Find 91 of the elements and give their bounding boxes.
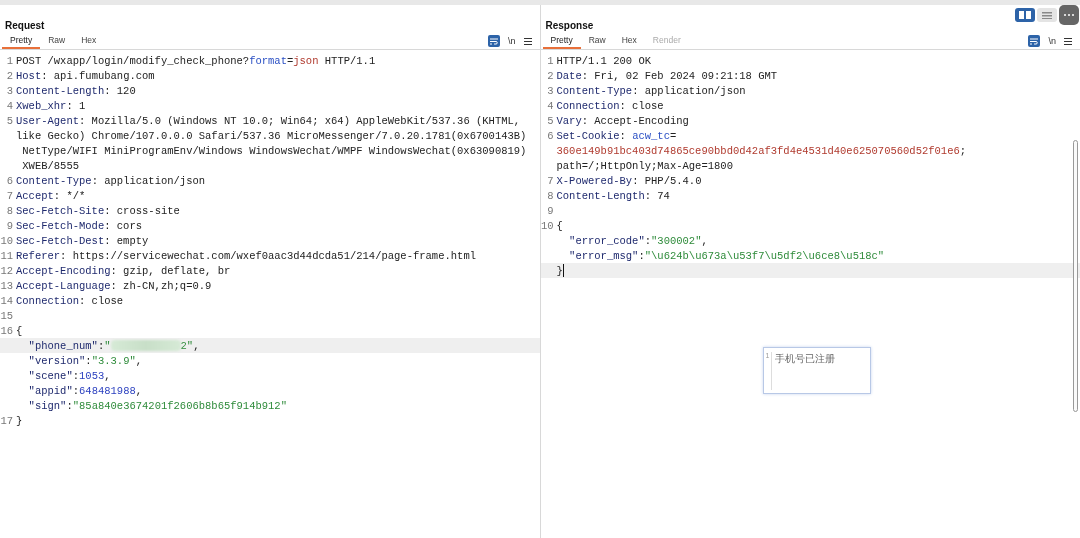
code-text: "scene":1053, (27, 369, 111, 382)
code-text: Sec-Fetch-Mode: cors (16, 219, 143, 232)
code-text: "phone_num":" (27, 339, 111, 352)
line-number: 14 (0, 294, 13, 307)
pane-title: Request (4, 19, 45, 33)
code-text: "appid":648481988, (27, 384, 143, 397)
line-number: 3 (5, 84, 13, 97)
line-number: 7 (5, 189, 13, 202)
line-number: 5 (5, 114, 13, 127)
tab[interactable]: Raw (580, 35, 614, 49)
tab[interactable]: Hex (613, 35, 645, 49)
code-text: User-Agent: Mozilla/5.0 (Windows NT 10.0; Win64; x64) AppleWebKit/537.36 (KHTML, (16, 114, 521, 127)
line-number: 9 (5, 219, 13, 232)
code-text: 2", (180, 339, 200, 352)
code-text: Accept-Language: zh-CN,zh;q=0.9 (16, 279, 212, 292)
line-number: 2 (5, 69, 13, 82)
wrap-lines-button[interactable] (488, 35, 500, 47)
code-text: Vary: Accept-Encoding (556, 114, 689, 127)
code-text: } (16, 414, 23, 427)
split-view-icon (1019, 11, 1031, 19)
code-text: { (556, 219, 563, 232)
line-number: 4 (546, 99, 554, 112)
newline-toggle[interactable]: \n (508, 36, 516, 46)
code-text: Set-Cookie: acw_tc= (556, 129, 677, 142)
line-number: 13 (0, 279, 13, 292)
tab[interactable]: Hex (73, 35, 105, 49)
code-text: } (556, 264, 563, 277)
line-number: 11 (0, 249, 13, 262)
line-number: 8 (546, 189, 554, 202)
code-text: X-Powered-By: PHP/5.4.0 (556, 174, 702, 187)
code-text: Host: api.fumubang.com (16, 69, 155, 82)
popup-text: 手机号已注册 (774, 352, 835, 366)
code-text: Xweb_xhr: 1 (16, 99, 86, 112)
code-text: Content-Length: 120 (16, 84, 136, 97)
code-text: Sec-Fetch-Site: cross-site (16, 204, 180, 217)
rows-view-icon (1042, 11, 1052, 19)
line-number: 6 (5, 174, 13, 187)
code-text: Sec-Fetch-Dest: empty (16, 234, 149, 247)
code-text: POST /wxapp/login/modify_check_phone?format=json HTTP/1.1 (16, 54, 376, 67)
code-text: Content-Type: application/json (556, 84, 746, 97)
code-text: Content-Type: application/json (16, 174, 206, 187)
code-text: Connection: close (16, 294, 124, 307)
code-text: Accept: */* (16, 189, 86, 202)
menu-icon[interactable] (1064, 37, 1072, 45)
code-text: Accept-Encoding: gzip, deflate, br (16, 264, 231, 277)
line-number: 16 (0, 324, 13, 337)
redacted-blur (110, 340, 181, 351)
line-number: 15 (0, 309, 13, 322)
line-number: 6 (546, 129, 554, 142)
tab[interactable]: Pretty (2, 35, 41, 49)
line-number: 9 (546, 204, 554, 217)
wrap-lines-button[interactable] (1028, 35, 1041, 47)
code-text: HTTP/1.1 200 OK (556, 54, 651, 67)
line-number: 12 (0, 264, 13, 277)
line-number: 1 (546, 54, 554, 67)
line-number: 4 (5, 99, 13, 112)
tab[interactable]: Pretty (542, 35, 581, 49)
line-number: 5 (546, 114, 554, 127)
code-text: 360e149b91bc403d74865ce90bbd0d42af3fd4e4531d40e625070560d52f01e6; (556, 144, 967, 157)
code-text: "version":"3.3.9", (27, 354, 143, 367)
code-text: { (16, 324, 23, 337)
line-number: 3 (546, 84, 554, 97)
code-text: Connection: close (556, 99, 664, 112)
menu-icon[interactable] (523, 37, 532, 45)
scrollbar[interactable] (1073, 140, 1078, 412)
line-number: 17 (0, 414, 13, 427)
newline-toggle[interactable]: \n (1048, 36, 1056, 46)
code-text: "error_code":"300002", (568, 234, 708, 247)
code-text: "sign":"85a840e3674201f2606b8b65f914b912" (27, 399, 287, 412)
code-text: like Gecko) Chrome/107.0.0.0 Safari/537.36 MicroMessenger/7.0.20.1781(0x6700143B) (16, 129, 527, 142)
code-text: XWEB/8555 (21, 159, 79, 172)
line-number: 10 (0, 234, 13, 247)
view-mode-button[interactable] (1015, 8, 1035, 22)
line-number: 7 (546, 174, 554, 187)
code-text: NetType/WIFI MiniProgramEnv/Windows WindowsWechat/WMPF WindowsWechat(0x63090819) (21, 144, 527, 157)
pane-title: Response (544, 19, 594, 33)
view-mode-button[interactable] (1037, 8, 1057, 22)
code-text: Date: Fri, 02 Feb 2024 09:21:18 GMT (556, 69, 778, 82)
tab[interactable]: Raw (40, 35, 74, 49)
code-text: "error_msg":"\u624b\u673a\u53f7\u5df2\u6ce8\u518c" (568, 249, 885, 262)
wrap-icon (490, 37, 498, 45)
line-number: 10 (540, 219, 554, 232)
line-number: 8 (5, 204, 13, 217)
text-cursor (562, 264, 564, 277)
wrap-icon (1030, 37, 1039, 45)
code-text: path=/;HttpOnly;Max-Age=1800 (556, 159, 733, 172)
code-text: Content-Length: 74 (556, 189, 670, 202)
more-button[interactable] (1059, 5, 1079, 25)
line-number: 2 (546, 69, 554, 82)
code-text: Referer: https://servicewechat.com/wxef0aac3d44dcda51/214/page-frame.html (16, 249, 476, 262)
line-number: 1 (5, 54, 13, 67)
